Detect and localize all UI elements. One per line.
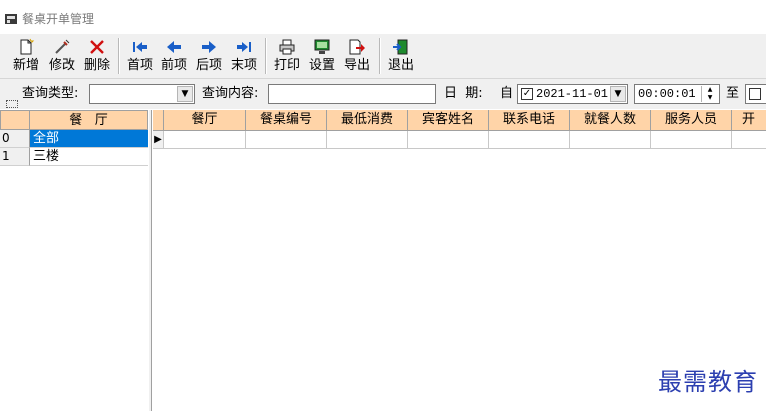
export-label: 导出: [343, 58, 370, 73]
chevron-down-icon[interactable]: ▼: [177, 86, 193, 102]
arrow-right-icon: [202, 41, 216, 53]
time-from-value: 00:00:01: [638, 87, 696, 101]
row-indicator-header: [153, 110, 164, 131]
date-enable-checkbox[interactable]: ✓: [521, 88, 533, 100]
panel-splitter[interactable]: [148, 110, 152, 411]
first-label: 首项: [126, 58, 153, 73]
grid-cell[interactable]: [732, 131, 766, 149]
edit-label: 修改: [48, 58, 75, 73]
monitor-settings-icon: [314, 39, 330, 54]
row-number: 0: [0, 130, 30, 148]
app-icon: [5, 14, 17, 24]
date-from-picker[interactable]: ✓ 2021-11-01 ▼: [517, 84, 628, 104]
first-record-icon: [133, 42, 147, 52]
column-header-table-number[interactable]: 餐桌编号: [246, 110, 327, 131]
date-to-picker[interactable]: [745, 84, 766, 104]
toolbar-separator: [379, 38, 381, 74]
print-button[interactable]: 打印: [271, 36, 303, 76]
query-type-select[interactable]: ▼: [89, 84, 195, 104]
exit-label: 退出: [387, 58, 414, 73]
edit-button[interactable]: 修改: [45, 36, 79, 76]
grid-cell[interactable]: [489, 131, 570, 149]
arrow-left-icon: [167, 41, 181, 53]
delete-label: 删除: [83, 58, 110, 73]
prev-button[interactable]: 前项: [158, 36, 190, 76]
row-number-header: [0, 110, 30, 130]
date-label: 日 期:: [444, 86, 483, 101]
restaurant-column-header[interactable]: 餐 厅: [29, 110, 148, 130]
grid-cell[interactable]: [164, 131, 246, 149]
date-to-label: 至: [726, 86, 740, 101]
chevron-down-icon[interactable]: ▼: [610, 86, 626, 102]
last-record-icon: [237, 42, 251, 52]
new-label: 新增: [12, 58, 39, 73]
new-document-icon: [20, 38, 35, 55]
export-button[interactable]: 导出: [341, 36, 373, 76]
prev-label: 前项: [160, 58, 187, 73]
list-item[interactable]: 1 三楼: [0, 148, 148, 166]
time-from-picker[interactable]: 00:00:01 ▲ ▼: [634, 84, 720, 104]
toolbar-separator: [265, 38, 267, 74]
edit-pencil-icon: [55, 39, 70, 54]
time-spinner[interactable]: ▲ ▼: [701, 86, 718, 102]
delete-x-icon: [90, 40, 104, 54]
export-icon: [349, 39, 365, 55]
grid-cell[interactable]: [651, 131, 732, 149]
spin-down-icon[interactable]: ▼: [702, 94, 718, 102]
watermark: 最需教育: [658, 368, 758, 396]
title-bar: 餐桌开单管理: [0, 0, 766, 34]
current-row-indicator-icon: ▶: [153, 131, 164, 149]
toolbar: 新增 修改 删除 首项 前项 后项 末项 打印 设置 导出 退出: [0, 34, 766, 79]
restaurant-name[interactable]: 三楼: [30, 148, 148, 166]
restaurant-list-panel: 餐 厅 0 全部 1 三楼: [0, 110, 149, 411]
new-button[interactable]: 新增: [8, 36, 44, 76]
query-content-input[interactable]: [268, 84, 436, 104]
exit-button[interactable]: 退出: [385, 36, 417, 76]
column-header-guest-count[interactable]: 就餐人数: [570, 110, 651, 131]
exit-door-icon: [393, 39, 408, 55]
date-to-checkbox[interactable]: [749, 88, 761, 100]
row-number: 1: [0, 148, 30, 166]
last-button[interactable]: 末项: [228, 36, 260, 76]
column-header-server[interactable]: 服务人员: [651, 110, 732, 131]
panel-toggle-icon[interactable]: [6, 100, 18, 108]
column-header-min-spend[interactable]: 最低消费: [327, 110, 408, 131]
next-button[interactable]: 后项: [193, 36, 225, 76]
date-from-label: 自: [500, 86, 514, 101]
query-content-label: 查询内容:: [202, 86, 259, 101]
list-item[interactable]: 0 全部: [0, 130, 148, 148]
printer-icon: [279, 39, 295, 55]
next-label: 后项: [195, 58, 222, 73]
grid-cell[interactable]: [327, 131, 408, 149]
window-title: 餐桌开单管理: [22, 12, 95, 26]
checkmark-icon: ✓: [522, 88, 532, 99]
print-label: 打印: [273, 58, 300, 73]
last-label: 末项: [230, 58, 257, 73]
grid-cell[interactable]: [246, 131, 327, 149]
delete-button[interactable]: 删除: [80, 36, 114, 76]
settings-button[interactable]: 设置: [306, 36, 338, 76]
column-header-restaurant[interactable]: 餐厅: [164, 110, 246, 131]
column-header-phone[interactable]: 联系电话: [489, 110, 570, 131]
query-bar: 查询类型: ▼ 查询内容: 日 期: 自 ✓ 2021-11-01 ▼ 00:0…: [0, 79, 766, 109]
first-button[interactable]: 首项: [124, 36, 156, 76]
grid-cell[interactable]: [408, 131, 489, 149]
toolbar-separator: [118, 38, 120, 74]
date-from-value: 2021-11-01: [536, 87, 609, 101]
settings-label: 设置: [308, 58, 335, 73]
column-header-open[interactable]: 开: [732, 110, 766, 131]
column-header-guest-name[interactable]: 宾客姓名: [408, 110, 489, 131]
spin-up-icon[interactable]: ▲: [702, 86, 718, 94]
grid-cell[interactable]: [570, 131, 651, 149]
query-type-label: 查询类型:: [22, 86, 79, 101]
restaurant-name[interactable]: 全部: [30, 130, 148, 148]
